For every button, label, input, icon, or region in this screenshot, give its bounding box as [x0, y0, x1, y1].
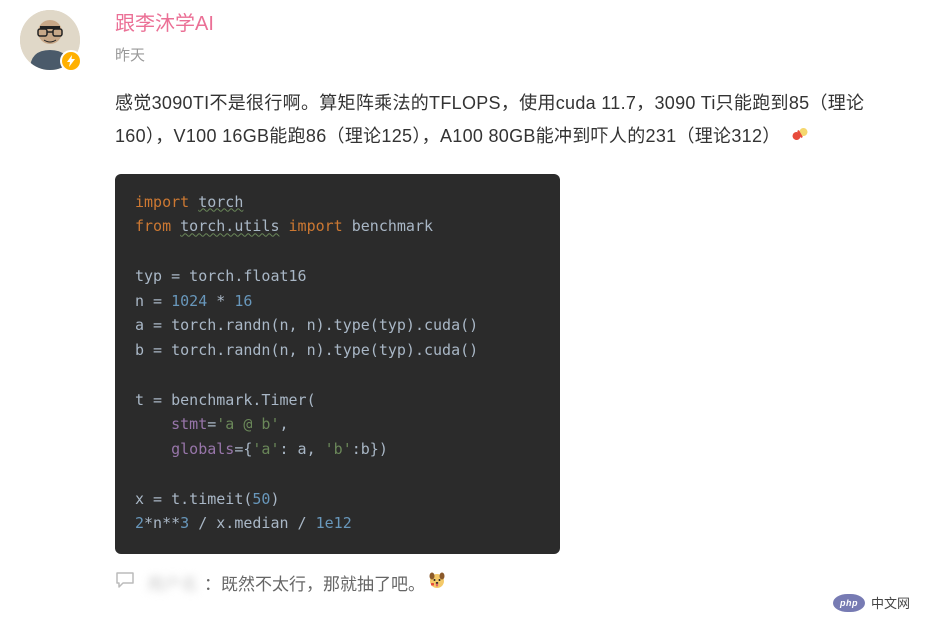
- code-line: typ = torch.float16: [135, 264, 540, 289]
- pill-emoji-icon: [790, 122, 810, 155]
- watermark-text: 中文网: [871, 593, 910, 612]
- post-body-text: 感觉3090TI不是很行啊。算矩阵乘法的TFLOPS，使用cuda 11.7，3…: [115, 93, 864, 146]
- code-line: [135, 363, 540, 388]
- code-line: b = torch.randn(n, n).type(typ).cuda(): [135, 338, 540, 363]
- watermark: php 中文网: [833, 593, 910, 612]
- comment-row[interactable]: 用户名 ： 既然不太行，那就抽了吧。: [115, 568, 912, 597]
- code-line: from torch.utils import benchmark: [135, 214, 540, 239]
- watermark-logo-icon: php: [833, 594, 865, 612]
- code-line: globals={'a': a, 'b':b}): [135, 437, 540, 462]
- dog-emoji-icon: [427, 570, 447, 595]
- code-line: 2*n**3 / x.median / 1e12: [135, 511, 540, 536]
- avatar-wrap[interactable]: [20, 10, 80, 70]
- comment-icon: [115, 571, 135, 594]
- code-line: [135, 239, 540, 264]
- code-line: [135, 462, 540, 487]
- code-line: x = t.timeit(50): [135, 487, 540, 512]
- author-name[interactable]: 跟李沐学AI: [115, 10, 912, 38]
- post-container: 跟李沐学AI 昨天 感觉3090TI不是很行啊。算矩阵乘法的TFLOPS，使用c…: [0, 0, 932, 607]
- code-line: t = benchmark.Timer(: [135, 388, 540, 413]
- code-line: import torch: [135, 190, 540, 215]
- comment-separator: ：: [204, 570, 221, 595]
- commenter-name[interactable]: 用户名: [147, 570, 198, 595]
- post-time: 昨天: [115, 44, 912, 65]
- lightning-icon: [65, 55, 77, 67]
- code-line: a = torch.randn(n, n).type(typ).cuda(): [135, 313, 540, 338]
- comment-text: 既然不太行，那就抽了吧。: [221, 570, 425, 595]
- code-block: import torch from torch.utils import ben…: [115, 174, 560, 555]
- code-line: n = 1024 * 16: [135, 289, 540, 314]
- code-line: stmt='a @ b',: [135, 412, 540, 437]
- verified-badge: [60, 50, 82, 72]
- post-content: 跟李沐学AI 昨天 感觉3090TI不是很行啊。算矩阵乘法的TFLOPS，使用c…: [115, 10, 912, 597]
- post-body: 感觉3090TI不是很行啊。算矩阵乘法的TFLOPS，使用cuda 11.7，3…: [115, 87, 912, 156]
